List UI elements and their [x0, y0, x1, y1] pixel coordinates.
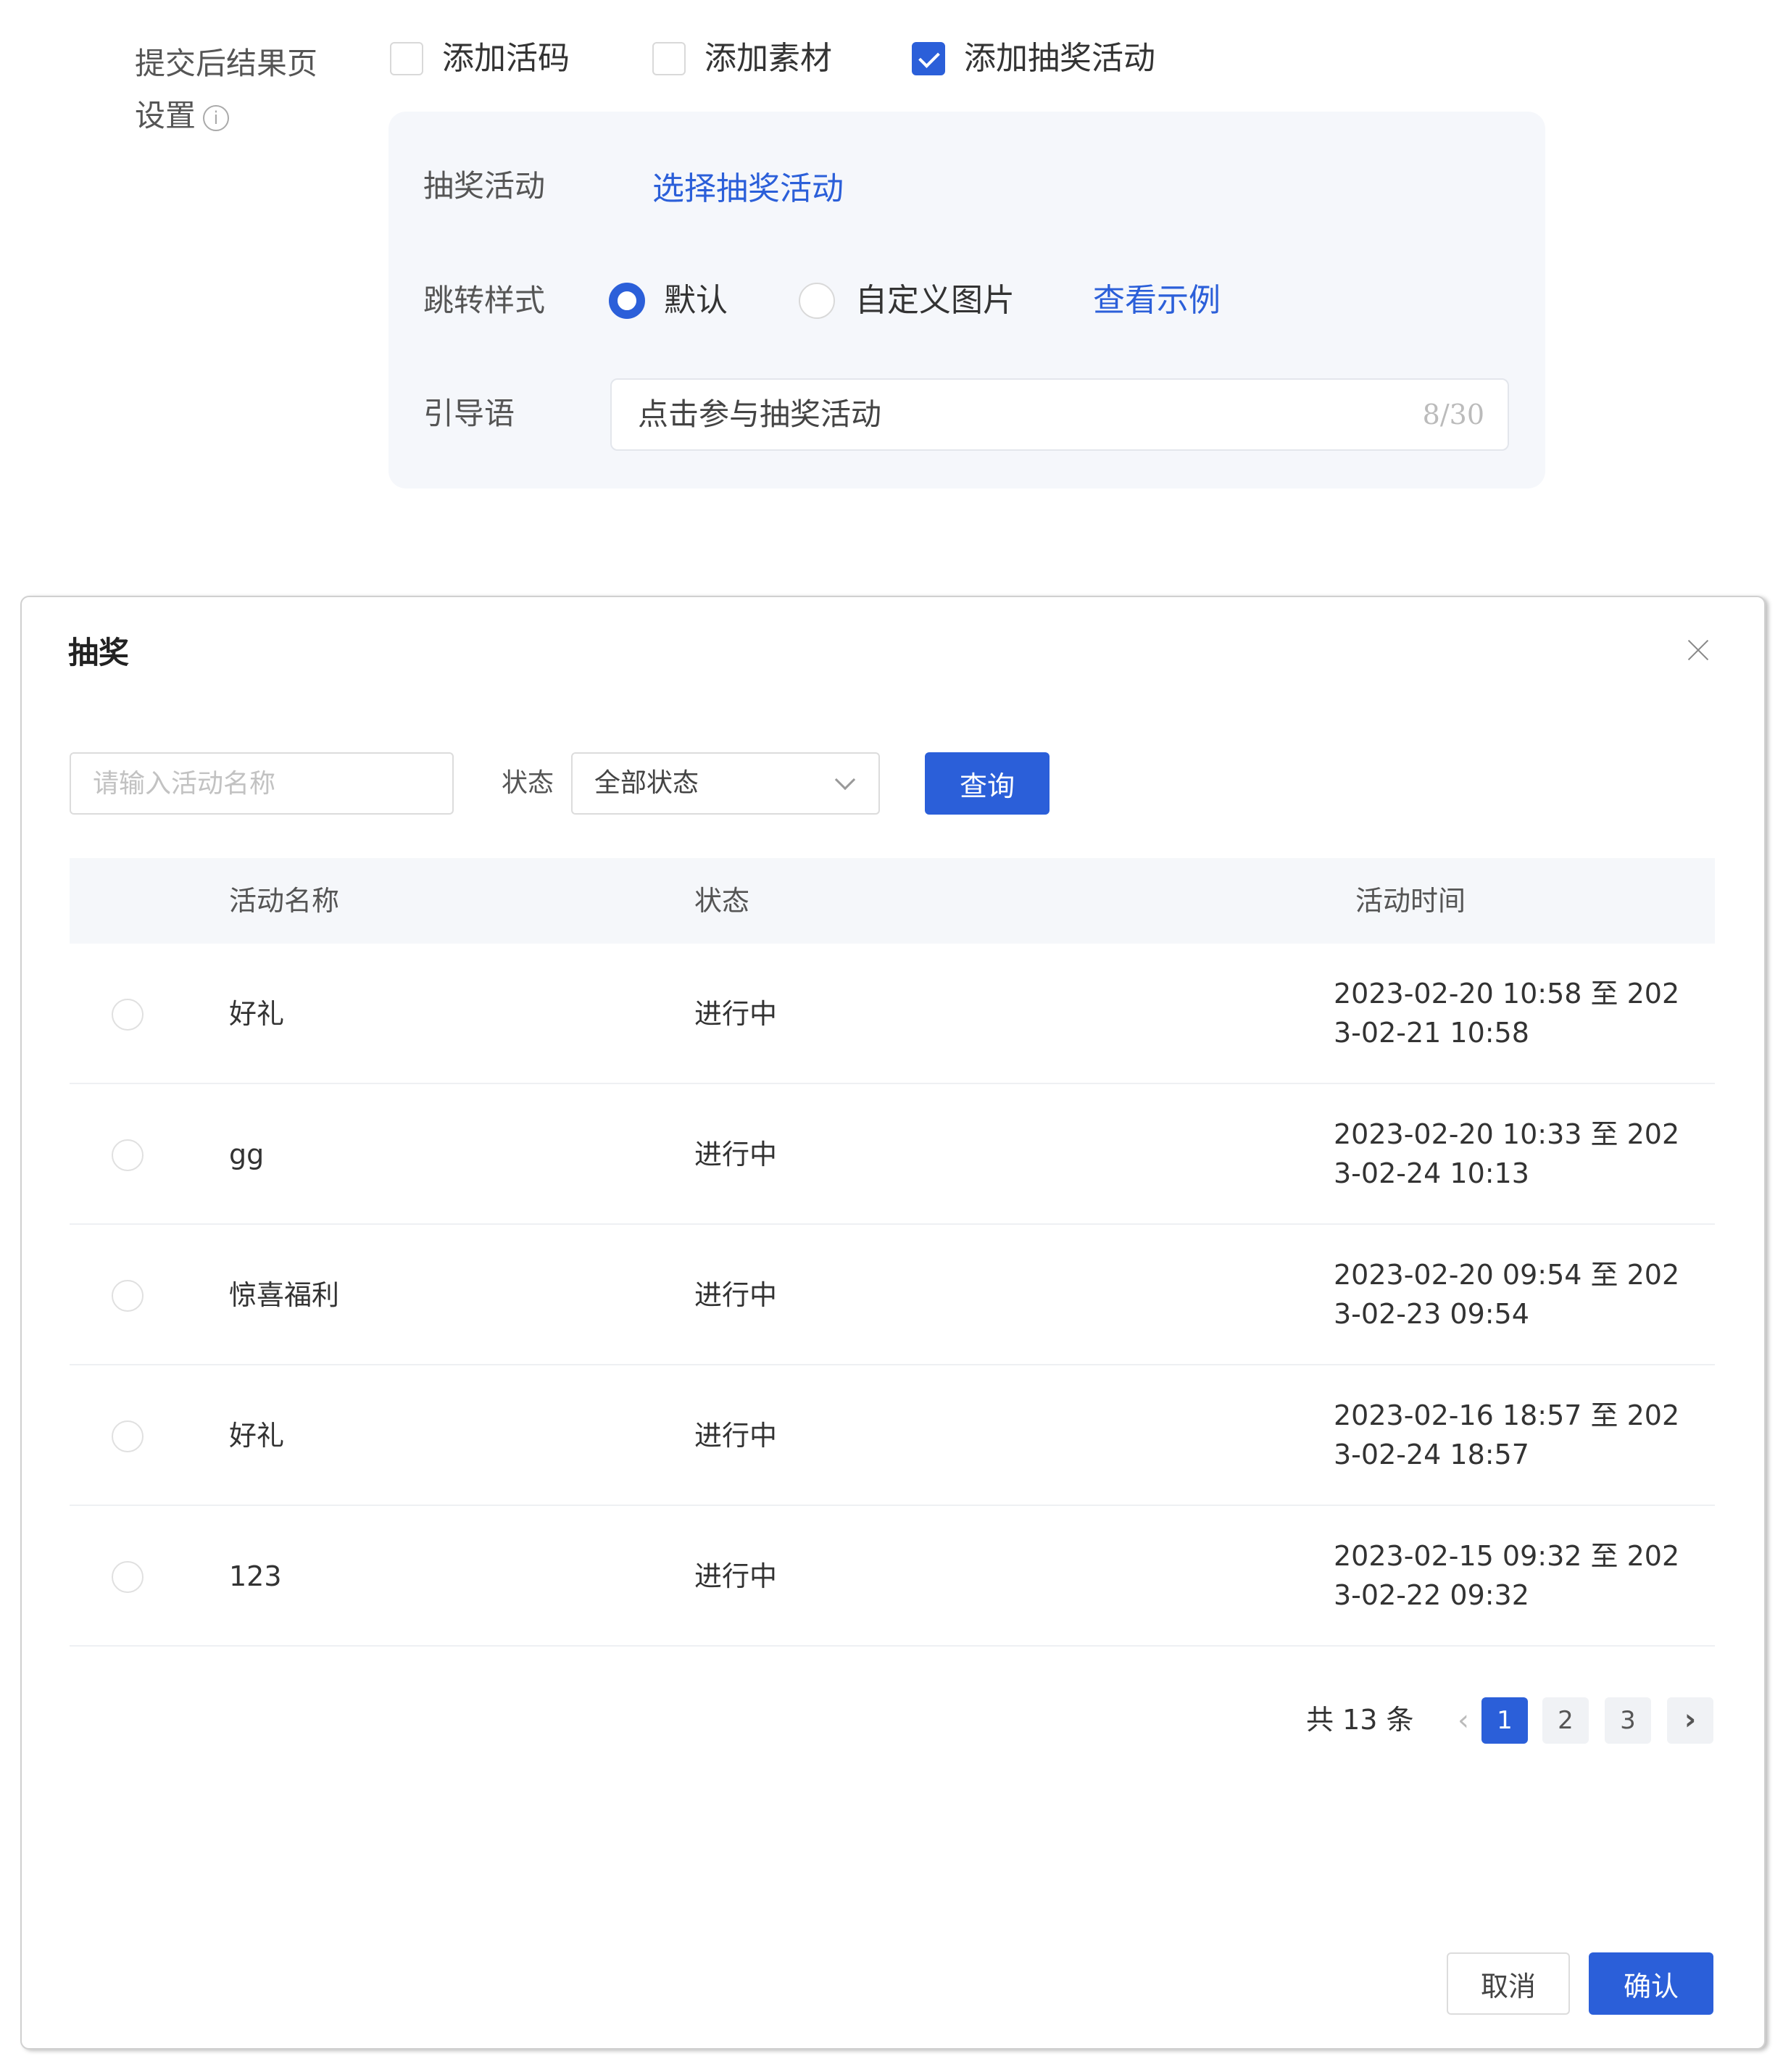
row-select-radio[interactable] — [112, 1561, 144, 1593]
add-live-code-label[interactable]: 添加活码 — [442, 41, 570, 77]
activity-status: 进行中 — [694, 1279, 778, 1311]
activity-status: 进行中 — [694, 1420, 778, 1452]
add-material-checkbox[interactable] — [652, 42, 686, 75]
pagination-prev-button[interactable]: ‹ — [1445, 1697, 1481, 1744]
result-page-settings-label: 提交后结果页设置 i — [135, 38, 345, 142]
activity-name: 惊喜福利 — [229, 1279, 340, 1311]
close-icon[interactable] — [1680, 632, 1716, 668]
guide-text-value: 点击参与抽奖活动 — [638, 396, 882, 432]
table-row[interactable]: 惊喜福利 进行中 2023-02-20 09:54 至 2023-02-23 0… — [70, 1225, 1715, 1365]
activity-time: 2023-02-15 09:32 至 2023-02-22 09:32 — [1334, 1540, 1680, 1611]
table-row[interactable]: 好礼 进行中 2023-02-16 18:57 至 2023-02-24 18:… — [70, 1365, 1715, 1506]
row-select-radio[interactable] — [112, 1420, 144, 1452]
view-example-link[interactable]: 查看示例 — [1093, 283, 1221, 319]
add-live-code-checkbox[interactable] — [390, 42, 423, 75]
radio-default[interactable] — [609, 283, 645, 319]
row-select-radio[interactable] — [112, 1139, 144, 1171]
select-lottery-link[interactable]: 选择抽奖活动 — [652, 171, 844, 207]
info-icon[interactable]: i — [203, 104, 230, 131]
lottery-modal: 抽奖 状态 全部状态 查询 活动名称 状态 活动时间 好礼 进行中 2023-0… — [20, 596, 1766, 2050]
radio-default-label[interactable]: 默认 — [664, 283, 728, 319]
pagination-page-3[interactable]: 3 — [1605, 1697, 1651, 1744]
add-lottery-label[interactable]: 添加抽奖活动 — [964, 41, 1155, 77]
pagination-total: 共 13 条 — [1306, 1704, 1414, 1736]
column-header-name: 活动名称 — [229, 885, 340, 917]
pagination-next-button[interactable]: › — [1667, 1697, 1713, 1744]
pagination-page-2[interactable]: 2 — [1542, 1697, 1589, 1744]
activity-name-search-input[interactable] — [70, 752, 454, 815]
pagination-page-1[interactable]: 1 — [1481, 1697, 1528, 1744]
add-material-label[interactable]: 添加素材 — [705, 41, 832, 77]
status-filter-value: 全部状态 — [594, 768, 699, 798]
row-select-radio[interactable] — [112, 1280, 144, 1312]
table-header: 活动名称 状态 活动时间 — [70, 858, 1715, 944]
activity-status: 进行中 — [694, 1139, 778, 1170]
table-row[interactable]: gg 进行中 2023-02-20 10:33 至 2023-02-24 10:… — [70, 1084, 1715, 1225]
table-row[interactable]: 好礼 进行中 2023-02-20 10:58 至 2023-02-21 10:… — [70, 944, 1715, 1084]
modal-title: 抽奖 — [68, 635, 130, 670]
lottery-activity-label: 抽奖活动 — [423, 168, 546, 204]
cancel-button[interactable]: 取消 — [1447, 1952, 1570, 2015]
lottery-table: 活动名称 状态 活动时间 好礼 进行中 2023-02-20 10:58 至 2… — [70, 858, 1715, 1647]
row-select-radio[interactable] — [112, 999, 144, 1031]
guide-text-counter: 8/30 — [1422, 399, 1484, 430]
activity-time: 2023-02-20 09:54 至 2023-02-23 09:54 — [1334, 1259, 1680, 1330]
guide-text-input[interactable]: 点击参与抽奖活动 8/30 — [610, 378, 1509, 451]
radio-custom-image-label[interactable]: 自定义图片 — [855, 283, 1015, 319]
jump-style-label: 跳转样式 — [423, 283, 546, 318]
activity-name: 好礼 — [229, 998, 285, 1030]
activity-name: 好礼 — [229, 1420, 285, 1452]
status-filter-label: 状态 — [502, 768, 554, 798]
column-header-status: 状态 — [694, 885, 750, 917]
activity-status: 进行中 — [694, 1560, 778, 1592]
query-button[interactable]: 查询 — [925, 752, 1050, 815]
activity-time: 2023-02-16 18:57 至 2023-02-24 18:57 — [1334, 1399, 1680, 1470]
status-filter-select[interactable]: 全部状态 — [571, 752, 880, 815]
activity-name: 123 — [229, 1560, 282, 1592]
table-row[interactable]: 123 进行中 2023-02-15 09:32 至 2023-02-22 09… — [70, 1506, 1715, 1647]
radio-custom-image[interactable] — [799, 283, 835, 319]
add-lottery-checkbox[interactable] — [912, 42, 945, 75]
confirm-button[interactable]: 确认 — [1589, 1952, 1713, 2015]
column-header-time: 活动时间 — [1355, 885, 1466, 917]
activity-status: 进行中 — [694, 998, 778, 1030]
activity-time: 2023-02-20 10:58 至 2023-02-21 10:58 — [1334, 978, 1680, 1049]
guide-text-label: 引导语 — [423, 396, 515, 431]
activity-time: 2023-02-20 10:33 至 2023-02-24 10:13 — [1334, 1118, 1680, 1189]
activity-name: gg — [229, 1139, 265, 1170]
chevron-down-icon — [834, 769, 856, 791]
